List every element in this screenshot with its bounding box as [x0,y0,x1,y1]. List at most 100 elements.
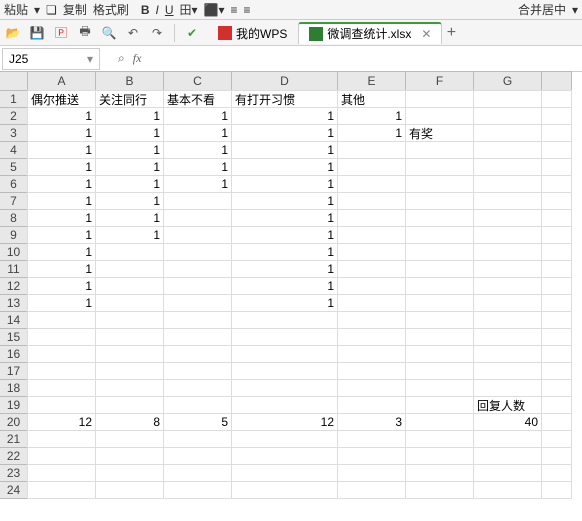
cell-edge[interactable] [541,345,572,363]
fx-icon[interactable]: fx [133,51,142,66]
cell-F11[interactable] [405,260,474,278]
cell-G16[interactable] [473,345,542,363]
cell-edge[interactable] [541,260,572,278]
row-header-8[interactable]: 8 [0,209,28,227]
cell-F15[interactable] [405,328,474,346]
cell-D8[interactable]: 1 [231,209,338,227]
cell-A2[interactable]: 1 [27,107,96,125]
cell-F22[interactable] [405,447,474,465]
cell-edge[interactable] [541,481,572,499]
cell-D15[interactable] [231,328,338,346]
cell-edge[interactable] [541,396,572,414]
preview-icon[interactable]: 🔍 [100,24,118,42]
cell-edge[interactable] [541,192,572,210]
tab-file[interactable]: 微调查统计.xlsx ✕ [298,22,442,44]
cell-C2[interactable]: 1 [163,107,232,125]
cell-G14[interactable] [473,311,542,329]
cell-A13[interactable]: 1 [27,294,96,312]
cell-E4[interactable] [337,141,406,159]
cell-D3[interactable]: 1 [231,124,338,142]
cell-D2[interactable]: 1 [231,107,338,125]
row-header-3[interactable]: 3 [0,124,28,142]
cell-C1[interactable]: 基本不看 [163,90,232,108]
cell-edge[interactable] [541,464,572,482]
cell-B18[interactable] [95,379,164,397]
cell-A21[interactable] [27,430,96,448]
cell-F12[interactable] [405,277,474,295]
cell-F20[interactable] [405,413,474,431]
cell-A18[interactable] [27,379,96,397]
cell-F18[interactable] [405,379,474,397]
col-header-B[interactable]: B [95,71,164,91]
cell-C7[interactable] [163,192,232,210]
cell-E22[interactable] [337,447,406,465]
cell-F2[interactable] [405,107,474,125]
cell-B15[interactable] [95,328,164,346]
check-icon[interactable]: ✔ [183,24,201,42]
row-header-12[interactable]: 12 [0,277,28,295]
cell-B3[interactable]: 1 [95,124,164,142]
cell-A23[interactable] [27,464,96,482]
align2-icon[interactable]: ≡ [244,3,251,17]
chevron-down-icon[interactable]: ▾ [87,52,93,66]
cell-A15[interactable] [27,328,96,346]
cell-edge[interactable] [541,413,572,431]
cell-C8[interactable] [163,209,232,227]
row-header-24[interactable]: 24 [0,481,28,499]
format-label[interactable]: 格式刷 [93,1,129,18]
row-header-13[interactable]: 13 [0,294,28,312]
cell-D24[interactable] [231,481,338,499]
cell-A3[interactable]: 1 [27,124,96,142]
italic-icon[interactable]: I [156,3,159,17]
print-icon[interactable]: 🖶 [76,24,94,42]
cell-D1[interactable]: 有打开习惯 [231,90,338,108]
cell-B8[interactable]: 1 [95,209,164,227]
cell-G22[interactable] [473,447,542,465]
cell-C14[interactable] [163,311,232,329]
cell-D18[interactable] [231,379,338,397]
cell-edge[interactable] [541,124,572,142]
cell-C12[interactable] [163,277,232,295]
cell-E1[interactable]: 其他 [337,90,406,108]
cell-E12[interactable] [337,277,406,295]
cell-E24[interactable] [337,481,406,499]
cell-D16[interactable] [231,345,338,363]
cell-D7[interactable]: 1 [231,192,338,210]
cell-edge[interactable] [541,447,572,465]
cell-A17[interactable] [27,362,96,380]
open-icon[interactable]: 📂 [4,24,22,42]
cell-edge[interactable] [541,430,572,448]
cell-D21[interactable] [231,430,338,448]
cell-F1[interactable] [405,90,474,108]
cell-D5[interactable]: 1 [231,158,338,176]
row-header-1[interactable]: 1 [0,90,28,108]
cell-C22[interactable] [163,447,232,465]
save-icon[interactable]: 💾 [28,24,46,42]
cell-B4[interactable]: 1 [95,141,164,159]
cell-E16[interactable] [337,345,406,363]
cell-F13[interactable] [405,294,474,312]
cell-G3[interactable] [473,124,542,142]
row-header-7[interactable]: 7 [0,192,28,210]
cell-F3[interactable]: 有奖 [405,124,474,142]
cell-C20[interactable]: 5 [163,413,232,431]
row-header-5[interactable]: 5 [0,158,28,176]
cell-G1[interactable] [473,90,542,108]
cell-G13[interactable] [473,294,542,312]
cell-C13[interactable] [163,294,232,312]
cell-B9[interactable]: 1 [95,226,164,244]
cell-C15[interactable] [163,328,232,346]
cell-G17[interactable] [473,362,542,380]
cell-G15[interactable] [473,328,542,346]
merge-label[interactable]: 合并居中 [518,1,566,18]
select-all-corner[interactable] [0,71,28,91]
cell-G12[interactable] [473,277,542,295]
cell-C4[interactable]: 1 [163,141,232,159]
cell-G9[interactable] [473,226,542,244]
cell-A14[interactable] [27,311,96,329]
align-icon[interactable]: ≡ [231,3,238,17]
cell-edge[interactable] [541,379,572,397]
cell-C5[interactable]: 1 [163,158,232,176]
cell-F4[interactable] [405,141,474,159]
cell-A20[interactable]: 12 [27,413,96,431]
